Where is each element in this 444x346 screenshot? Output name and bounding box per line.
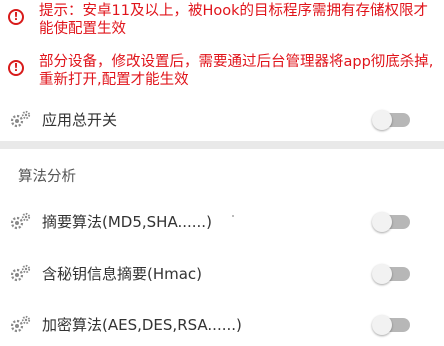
digest-algorithm-toggle[interactable] — [372, 212, 412, 232]
digest-algorithm-row[interactable]: 摘要算法(MD5,SHA......) — [0, 202, 444, 242]
toggle-thumb — [372, 212, 392, 232]
warning-circle-icon: ! — [8, 60, 24, 76]
hmac-row[interactable]: 含秘钥信息摘要(Hmac) — [0, 254, 444, 294]
notice-text: 部分设备，修改设置后，需要通过后台管理器将app彻底杀掉,重新打开,配置才能生效 — [39, 54, 434, 88]
notice-text: 提示：安卓11及以上，被Hook的目标程序需拥有存储权限才能使配置生效 — [39, 3, 428, 37]
restart-app-notice: ! 部分设备，修改设置后，需要通过后台管理器将app彻底杀掉,重新打开,配置才能… — [0, 50, 444, 92]
encryption-algorithm-row[interactable]: 加密算法(AES,DES,RSA......) — [0, 305, 444, 345]
main-switch-toggle[interactable] — [372, 110, 412, 130]
section-divider — [0, 141, 444, 149]
gears-icon — [10, 212, 31, 230]
main-switch-label: 应用总开关 — [42, 111, 118, 129]
toggle-thumb — [372, 264, 392, 284]
encryption-algorithm-label: 加密算法(AES,DES,RSA......) — [42, 316, 242, 334]
gears-icon — [10, 315, 31, 333]
toggle-thumb — [372, 110, 392, 130]
section-title: 算法分析 — [18, 169, 76, 185]
gears-icon — [10, 264, 31, 282]
digest-algorithm-label: 摘要算法(MD5,SHA......) — [42, 213, 212, 231]
storage-permission-notice: ! 提示：安卓11及以上，被Hook的目标程序需拥有存储权限才能使配置生效 — [0, 0, 444, 42]
toggle-thumb — [372, 315, 392, 335]
hmac-toggle[interactable] — [372, 264, 412, 284]
main-switch-row[interactable]: 应用总开关 — [0, 100, 444, 140]
warning-circle-icon: ! — [8, 9, 24, 25]
encryption-algorithm-toggle[interactable] — [372, 315, 412, 335]
gears-icon — [10, 110, 31, 128]
hmac-label: 含秘钥信息摘要(Hmac) — [42, 265, 203, 283]
